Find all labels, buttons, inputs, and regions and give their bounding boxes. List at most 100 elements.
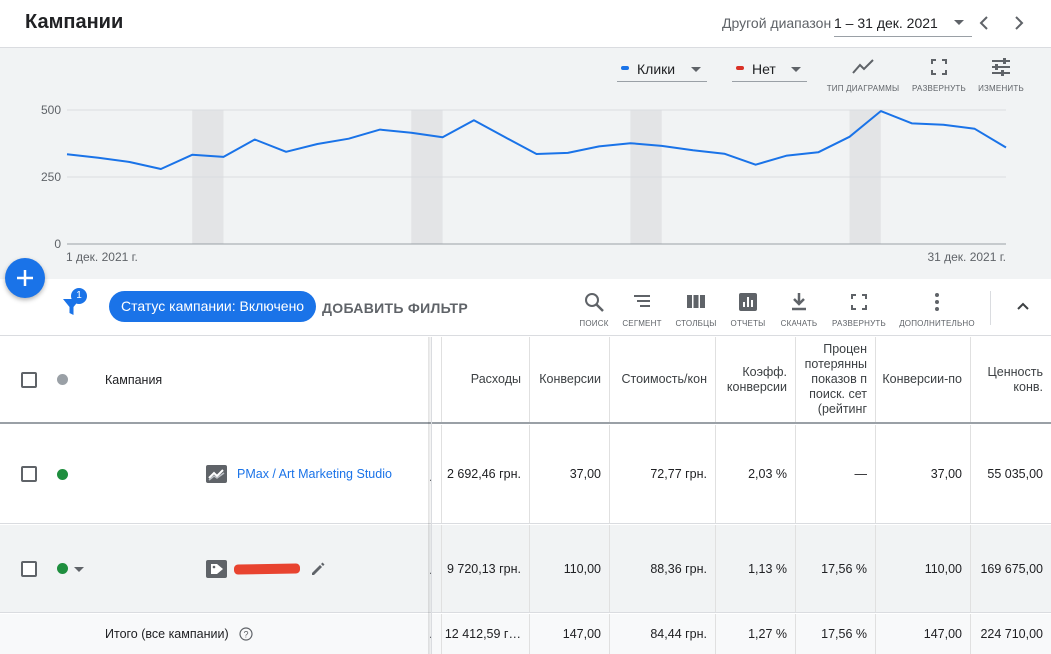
column-header-conv-by[interactable]: Конверсии-по (875, 337, 970, 422)
campaign-name-link[interactable]: PMax / Art Marketing Studio (237, 467, 392, 481)
y-tick-label: 250 (41, 170, 61, 184)
frozen-column-edge[interactable] (431, 337, 441, 654)
more-tool-label: ДОПОЛНИТЕЛЬНО (899, 319, 975, 328)
data-point[interactable] (878, 108, 884, 114)
column-header-conv-rate[interactable]: Коэфф. конверсии (715, 337, 795, 422)
data-point[interactable] (627, 140, 633, 146)
table-row: PMax / Art Marketing Studio . 2 692,46 г… (0, 425, 1051, 524)
chevron-left-icon (979, 16, 988, 30)
data-point[interactable] (95, 155, 101, 161)
row-checkbox[interactable] (21, 466, 37, 482)
campaign-cell (100, 525, 430, 612)
row-checkbox[interactable] (21, 560, 37, 577)
data-point[interactable] (64, 151, 70, 157)
data-point[interactable] (596, 143, 602, 149)
more-tool-button[interactable]: ДОПОЛНИТЕЛЬНО (898, 291, 976, 328)
next-period-button[interactable] (1009, 12, 1029, 34)
svg-text:?: ? (243, 630, 248, 640)
performance-max-icon (206, 465, 227, 483)
data-point[interactable] (753, 162, 759, 168)
status-dropdown-icon[interactable] (74, 567, 84, 572)
previous-period-button[interactable] (974, 12, 994, 34)
filter-bar: 1 Статус кампании: Включено ДОБАВИТЬ ФИЛ… (0, 279, 1051, 336)
data-point[interactable] (534, 151, 540, 157)
data-point[interactable] (252, 136, 258, 142)
data-point[interactable] (283, 149, 289, 155)
status-filter-chip[interactable]: Статус кампании: Включено (109, 291, 317, 322)
search-tool-button[interactable]: ПОИСК (574, 291, 614, 328)
data-point[interactable] (909, 120, 915, 126)
columns-tool-button[interactable]: СТОЛБЦЫ (672, 291, 720, 328)
column-header-conv-value[interactable]: Ценность конв. (970, 337, 1051, 422)
download-icon (792, 293, 806, 311)
date-range-label: Другой диапазон (722, 15, 832, 31)
status-enabled-dot[interactable] (57, 563, 68, 574)
total-lost-is-cell: 17,56 % (795, 614, 875, 654)
search-tool-label: ПОИСК (579, 319, 609, 328)
collapse-up-icon[interactable] (1014, 297, 1032, 315)
column-header-cost-per-conv[interactable]: Стоимость/кон (609, 337, 715, 422)
data-point[interactable] (659, 143, 665, 149)
total-label: Итого (все кампании) (105, 627, 229, 641)
spend-cell: 2 692,46 грн. (441, 425, 529, 523)
data-point[interactable] (377, 127, 383, 133)
data-point[interactable] (127, 159, 133, 165)
data-point[interactable] (1003, 145, 1009, 151)
total-conv-by-cell: 147,00 (875, 614, 970, 654)
add-campaign-button[interactable] (5, 258, 45, 298)
chart-panel: Клики Нет ТИП ДИАГРАММЫ РАЗВЕРНУТЬ ИЗМЕН… (0, 48, 1051, 279)
table-expand-label: РАЗВЕРНУТЬ (832, 319, 886, 328)
download-tool-button[interactable]: СКАЧАТЬ (776, 291, 822, 328)
download-tool-label: СКАЧАТЬ (780, 319, 818, 328)
data-point[interactable] (221, 154, 227, 160)
date-range-select[interactable]: 1 – 31 дек. 2021 (834, 9, 972, 37)
data-point[interactable] (847, 134, 853, 140)
data-point[interactable] (346, 136, 352, 142)
table-expand-button[interactable]: РАЗВЕРНУТЬ (830, 291, 888, 328)
data-point[interactable] (502, 134, 508, 140)
data-point[interactable] (721, 151, 727, 157)
total-conv-value-cell: 224 710,00 (970, 614, 1051, 654)
segment-tool-button[interactable]: СЕГМЕНТ (618, 291, 666, 328)
conversions-cell: 110,00 (529, 525, 609, 612)
data-point[interactable] (471, 117, 477, 123)
edit-pencil-icon[interactable] (309, 560, 327, 578)
column-header-conversions[interactable]: Конверсии (529, 337, 609, 422)
plus-icon (17, 270, 33, 286)
add-filter-button[interactable]: ДОБАВИТЬ ФИЛЬТР (322, 300, 468, 316)
data-point[interactable] (690, 147, 696, 153)
help-icon[interactable]: ? (239, 627, 253, 641)
lost-is-cell: — (795, 425, 875, 523)
status-enabled-dot[interactable] (57, 468, 68, 480)
select-all-checkbox[interactable] (21, 371, 37, 388)
data-point[interactable] (408, 130, 414, 136)
more-vert-icon (935, 293, 939, 311)
data-point[interactable] (189, 152, 195, 158)
data-point[interactable] (314, 141, 320, 147)
total-row: Итого (все кампании) ? . 12 412,59 г… 14… (0, 614, 1051, 654)
reports-tool-button[interactable]: ОТЧЕТЫ (726, 291, 770, 328)
data-point[interactable] (972, 126, 978, 132)
y-tick-label: 0 (54, 237, 61, 251)
cost-per-conv-cell: 72,77 грн. (609, 425, 715, 523)
campaign-column-header[interactable]: Кампания (105, 337, 405, 422)
redacted-campaign-name[interactable] (233, 563, 301, 575)
lost-is-cell: 17,56 % (795, 525, 875, 612)
data-point[interactable] (784, 153, 790, 159)
table-row: . 9 720,13 грн. 110,00 88,36 грн. 1,13 %… (0, 525, 1051, 613)
column-header-spend[interactable]: Расходы (441, 337, 529, 422)
spend-cell: 9 720,13 грн. (441, 525, 529, 612)
x-start-label: 1 дек. 2021 г. (66, 250, 138, 264)
data-point[interactable] (565, 150, 571, 156)
campaigns-table: Кампания Расходы Конверсии Стоимость/кон… (0, 337, 1051, 654)
segment-icon (634, 295, 650, 307)
data-point[interactable] (440, 134, 446, 140)
chevron-down-icon (954, 20, 964, 25)
conv-by-cell: 37,00 (875, 425, 970, 523)
data-point[interactable] (815, 149, 821, 155)
data-point[interactable] (158, 166, 164, 172)
row-select-cell (0, 525, 95, 612)
column-header-lost-is[interactable]: Процен потерянны показов п поиск. сет (р… (795, 337, 875, 422)
reports-icon (739, 293, 757, 311)
data-point[interactable] (940, 122, 946, 128)
